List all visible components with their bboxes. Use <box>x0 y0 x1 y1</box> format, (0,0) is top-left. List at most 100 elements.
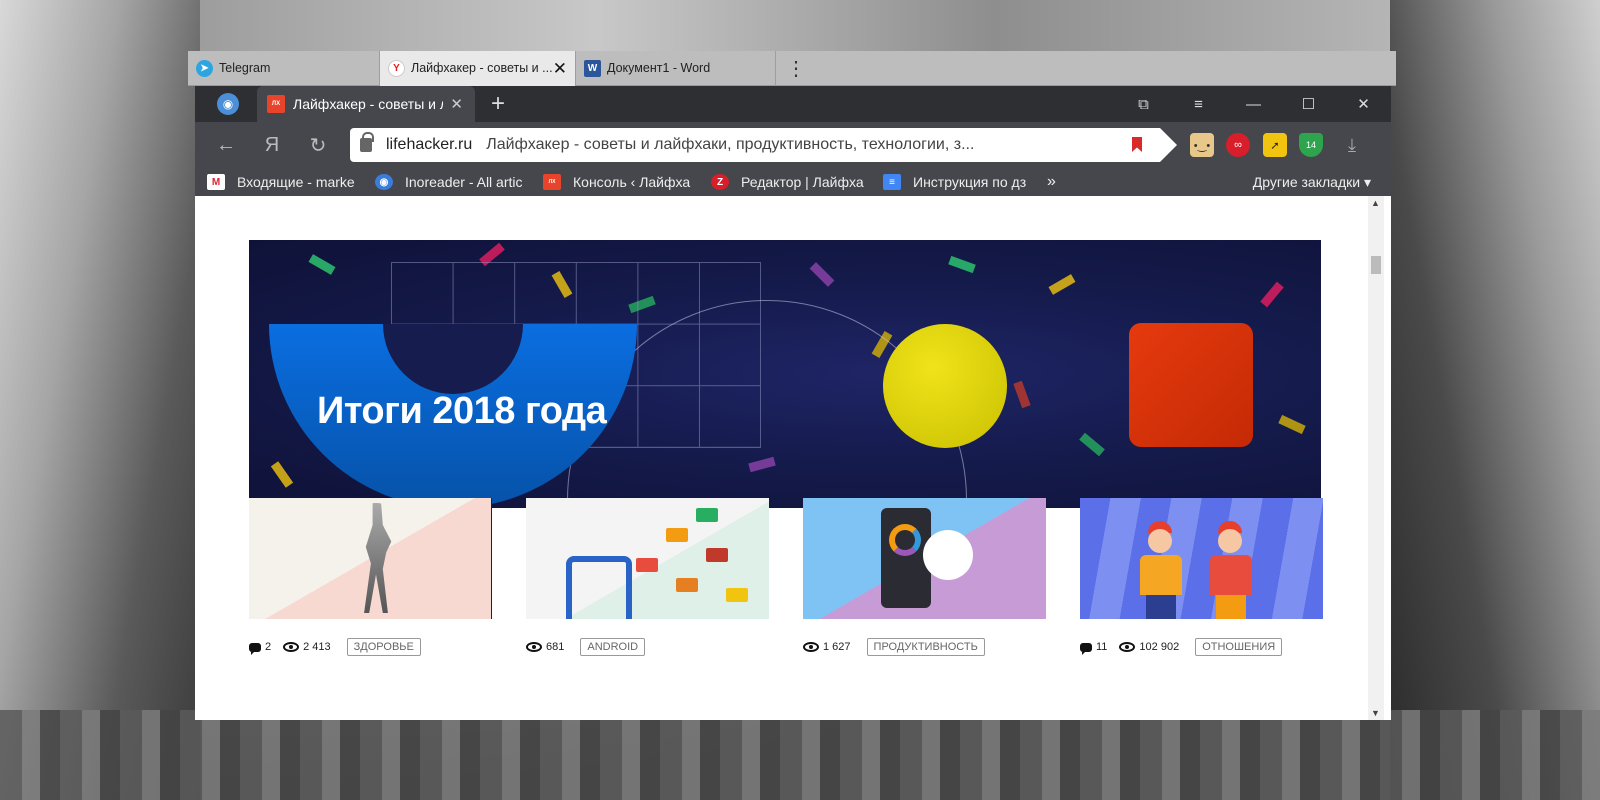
other-bookmarks[interactable]: Другие закладки ▾ <box>1253 174 1371 191</box>
background-wall-right <box>1390 0 1600 800</box>
os-tab-word[interactable]: W Документ1 - Word <box>576 50 776 86</box>
scroll-up-icon[interactable]: ▲ <box>1371 198 1380 208</box>
bookmark-console[interactable]: ЛХ Консоль ‹ Лайфха <box>543 174 695 190</box>
person-illustration <box>1136 519 1186 619</box>
bookmark-editor[interactable]: Z Редактор | Лайфха <box>711 174 867 190</box>
lifehacker-favicon-icon: ЛХ <box>267 95 285 113</box>
menu-icon[interactable]: ≡ <box>1171 86 1226 122</box>
background-ground <box>0 710 1600 800</box>
article-thumbnail[interactable] <box>526 498 769 619</box>
back-icon[interactable]: ← <box>203 134 249 157</box>
maximize-icon[interactable]: ☐ <box>1281 86 1336 122</box>
browser-tab-title: Лайфхакер - советы и л <box>293 96 443 112</box>
close-tab-icon[interactable]: ✕ <box>450 95 463 113</box>
bookmarks-manager-icon[interactable]: ⧉ <box>1116 86 1171 122</box>
inoreader-icon: ◉ <box>375 174 393 190</box>
telegram-icon: ➤ <box>196 59 213 77</box>
new-tab-icon[interactable]: + <box>491 90 505 118</box>
article-card[interactable]: 681 ANDROID <box>526 498 769 656</box>
close-icon[interactable]: ✕ <box>553 59 567 79</box>
extension-adobe-icon[interactable]: ∞ <box>1226 133 1250 157</box>
view-count: 102 902 <box>1139 641 1180 653</box>
os-tab-label: Документ1 - Word <box>607 61 711 75</box>
extension-face-icon[interactable]: •‿• <box>1190 133 1214 157</box>
article-card[interactable]: 1 627 ПРОДУКТИВНОСТЬ <box>803 498 1046 656</box>
extension-shield-icon[interactable]: 14 <box>1299 133 1323 157</box>
chart-bubble-illustration <box>923 530 973 580</box>
confetti <box>308 254 336 275</box>
category-tag[interactable]: ANDROID <box>580 638 646 656</box>
bookmarks-bar: M Входящие - marke ◉ Inoreader - All art… <box>195 168 1391 196</box>
os-tab-label: Лайфхакер - советы и ... <box>411 61 553 75</box>
more-bookmarks-icon[interactable]: » <box>1047 173 1056 191</box>
bookmark-gmail[interactable]: M Входящие - marke <box>207 174 359 190</box>
hero-yellow-circle <box>883 324 1007 448</box>
bookmark-icon[interactable] <box>1132 137 1142 152</box>
word-icon: W <box>584 59 601 77</box>
confetti <box>270 461 294 488</box>
close-window-icon[interactable]: ✕ <box>1336 86 1391 122</box>
eye-icon <box>803 642 819 652</box>
category-tag[interactable]: ОТНОШЕНИЯ <box>1195 638 1283 656</box>
eye-icon <box>1119 642 1136 652</box>
comment-icon <box>249 642 261 655</box>
confetti <box>1013 380 1031 409</box>
other-bookmarks-label: Другие закладки <box>1252 174 1361 190</box>
envelope-illustration <box>726 588 748 602</box>
download-icon[interactable]: ⤓ <box>1340 133 1364 157</box>
runner-figure <box>364 503 392 613</box>
view-count: 2 413 <box>303 641 331 653</box>
article-meta: 2 2 413 ЗДОРОВЬЕ <box>249 638 421 656</box>
scrollbar-thumb[interactable] <box>1371 256 1381 274</box>
background-wall-left <box>0 0 200 800</box>
minimize-icon[interactable]: — <box>1226 86 1281 122</box>
article-meta: 1 627 ПРОДУКТИВНОСТЬ <box>803 638 985 656</box>
os-tab-browser[interactable]: Y Лайфхакер - советы и ... ✕ <box>380 50 576 86</box>
confetti <box>1278 414 1306 435</box>
address-host: lifehacker.ru <box>386 136 473 153</box>
article-thumbnail[interactable] <box>1080 498 1323 619</box>
eye-icon <box>526 642 542 652</box>
browser-tab-active[interactable]: ЛХ Лайфхакер - советы и л ✕ <box>257 86 475 122</box>
bookmark-inoreader[interactable]: ◉ Inoreader - All artic <box>375 174 527 190</box>
browser-window: ◉ ЛХ Лайфхакер - советы и л ✕ + ⧉ ≡ — ☐ … <box>195 86 1391 720</box>
article-thumbnail[interactable] <box>249 498 492 619</box>
envelope-illustration <box>676 578 698 592</box>
scroll-down-icon[interactable]: ▼ <box>1371 708 1380 718</box>
extension-cursor-icon[interactable]: ➚ <box>1263 133 1287 157</box>
view-count: 1 627 <box>823 641 851 653</box>
article-meta: 11 102 902 ОТНОШЕНИЯ <box>1080 638 1283 656</box>
yandex-icon: Y <box>388 59 405 77</box>
confetti <box>1048 274 1076 295</box>
yandex-home-icon[interactable]: Я <box>249 134 295 157</box>
os-tab-telegram[interactable]: ➤ Telegram <box>188 50 380 86</box>
comment-count: 11 <box>1096 641 1108 653</box>
os-tab-strip: ➤ Telegram Y Лайфхакер - советы и ... ✕ … <box>188 50 1396 86</box>
category-tag[interactable]: ЗДОРОВЬЕ <box>346 638 421 656</box>
view-count: 681 <box>546 641 565 653</box>
envelope-illustration <box>696 508 718 522</box>
article-card[interactable]: 2 2 413 ЗДОРОВЬЕ <box>249 498 492 656</box>
address-bar[interactable]: lifehacker.ru Лайфхакер - советы и лайфх… <box>350 128 1177 162</box>
bookmark-label: Консоль ‹ Лайфха <box>573 174 691 190</box>
hero-banner[interactable]: Итоги 2018 года <box>249 240 1321 508</box>
lock-icon[interactable] <box>360 132 374 152</box>
navigation-bar: ← Я ↻ lifehacker.ru Лайфхакер - советы и… <box>195 122 1391 168</box>
feed-icon[interactable]: ◉ <box>217 93 239 115</box>
eye-icon <box>283 642 300 652</box>
page-content: Итоги 2018 года 2 2 413 ЗДОРОВЬЕ 681 AND… <box>195 196 1391 720</box>
address-page-title: Лайфхакер - советы и лайфхаки, продуктив… <box>486 136 975 153</box>
reload-icon[interactable]: ↻ <box>295 133 341 158</box>
comment-count: 2 <box>265 641 272 653</box>
category-tag[interactable]: ПРОДУКТИВНОСТЬ <box>866 638 985 656</box>
more-vertical-icon[interactable]: ⋮ <box>782 51 810 86</box>
gmail-icon: M <box>207 174 225 190</box>
article-thumbnail[interactable] <box>803 498 1046 619</box>
hero-title: Итоги 2018 года <box>317 390 607 432</box>
hero-red-square <box>1129 323 1253 447</box>
extension-badge: 14 <box>1305 140 1316 150</box>
article-card[interactable]: 11 102 902 ОТНОШЕНИЯ <box>1080 498 1323 656</box>
vertical-scrollbar[interactable]: ▲ ▼ <box>1368 196 1384 720</box>
editor-icon: Z <box>711 174 729 190</box>
bookmark-docs[interactable]: ≡ Инструкция по дз <box>883 174 1035 190</box>
